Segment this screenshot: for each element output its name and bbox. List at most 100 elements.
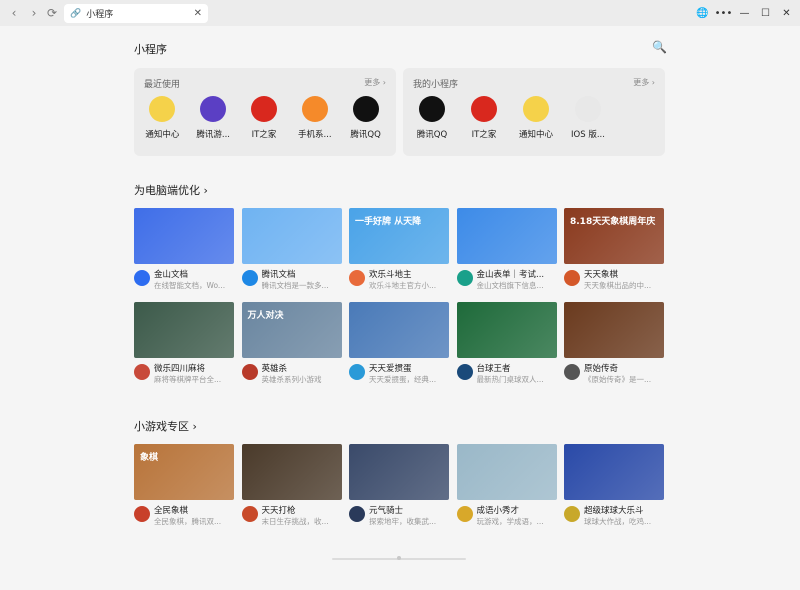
card-name: 全民象棋 — [154, 506, 189, 516]
program-card[interactable]: 天天爱掼蛋 天天爱掼蛋，经典... — [349, 302, 449, 386]
mine-item-label: IOS 版... — [571, 130, 605, 140]
section-title-games[interactable]: 小游戏专区 › — [134, 418, 197, 434]
mine-item-label: 通知中心 — [518, 130, 553, 140]
card-thumbnail — [456, 208, 557, 264]
program-card[interactable]: 金山表单｜考试... 金山文档旗下信息... — [456, 208, 557, 292]
card-description: 欢乐斗地主官方小... — [369, 281, 437, 290]
program-card[interactable]: 金山文档 在线智能文档，Wo... — [134, 208, 234, 292]
it-icon — [471, 96, 497, 122]
card-description: 球球大作战，吃鸡... — [584, 517, 652, 526]
card-description: 最新热门桌球双人... — [476, 375, 544, 384]
program-card[interactable]: 元气骑士 探索地牢，收集武... — [349, 444, 449, 528]
mine-item-label: 腾讯QQ — [416, 130, 448, 140]
link-icon: 🔗 — [70, 8, 82, 19]
recent-item[interactable]: 手机系... — [290, 96, 339, 140]
mine-more-link[interactable]: 更多 › — [633, 77, 655, 88]
recent-item[interactable]: 腾讯游... — [189, 96, 238, 140]
recent-item[interactable]: 腾讯QQ — [341, 96, 390, 140]
program-card[interactable]: 腾讯文档 腾讯文档是一款多... — [241, 208, 342, 292]
card-thumbnail: 象棋 — [134, 444, 234, 500]
forward-icon[interactable]: › — [24, 3, 44, 23]
bell-icon — [149, 96, 176, 122]
tab-mini-program[interactable]: 🔗 小程序 ✕ — [64, 4, 208, 23]
close-tab-icon[interactable]: ✕ — [194, 8, 202, 19]
program-card[interactable]: 成语小秀才 玩游戏，学成语，... — [456, 444, 557, 528]
card-description: 天天象棋出品的中... — [584, 281, 652, 290]
maximize-icon[interactable]: ☐ — [755, 8, 776, 19]
program-card[interactable]: 8.18天天象棋周年庆 天天象棋 天天象棋出品的中... — [564, 208, 664, 292]
app-icon — [241, 364, 258, 380]
search-icon[interactable]: 🔍 — [652, 40, 667, 54]
card-name: 金山表单｜考试... — [476, 270, 545, 280]
card-description: 金山文档旗下信息... — [476, 281, 544, 290]
card-description: 腾讯文档是一款多... — [261, 281, 329, 290]
recent-panel: 最近使用 更多 › 通知中心 腾讯游... IT之家 手机系... 腾讯QQ — [134, 68, 396, 156]
recent-item-label: IT之家 — [251, 130, 277, 140]
recent-item-label: 腾讯游... — [196, 130, 230, 140]
main-content: 小程序 🔍 最近使用 更多 › 通知中心 腾讯游... IT之家 手机系... 腾讯QQ… — [0, 26, 800, 590]
close-window-icon[interactable]: ✕ — [776, 8, 797, 19]
globe-icon[interactable]: 🌐 — [692, 8, 713, 19]
app-icon — [241, 506, 258, 522]
recent-more-link[interactable]: 更多 › — [364, 77, 386, 88]
app-icon — [456, 270, 473, 286]
it-icon — [250, 96, 277, 122]
card-thumbnail — [134, 208, 234, 264]
program-card[interactable]: 天天打枪 末日生存挑战，收... — [241, 444, 342, 528]
program-card[interactable]: 象棋 全民象棋 全民象棋，腾讯双... — [134, 444, 234, 528]
mine-item[interactable]: 腾讯QQ — [407, 96, 457, 140]
app-icon — [134, 270, 150, 286]
refresh-icon[interactable]: ⟳ — [42, 3, 62, 23]
card-name: 欢乐斗地主 — [369, 270, 412, 280]
card-meta: 原始传奇 《原始传奇》是一... — [564, 362, 664, 386]
card-thumbnail — [456, 302, 557, 358]
app-icon — [241, 270, 258, 286]
minimize-icon[interactable]: — — [734, 8, 755, 19]
card-name: 超级球球大乐斗 — [584, 506, 644, 516]
qq-icon — [352, 96, 379, 122]
game-icon — [200, 96, 227, 122]
program-card[interactable]: 万人对决英雄杀 英雄杀系列小游戏 — [241, 302, 342, 386]
card-name: 金山文档 — [154, 270, 189, 280]
my-programs-panel: 我的小程序 更多 › 腾讯QQ IT之家 通知中心 IOS 版... — [403, 68, 665, 156]
card-name: 原始传奇 — [584, 364, 619, 374]
card-meta: 台球王者 最新热门桌球双人... — [456, 362, 557, 386]
qq-icon — [419, 96, 445, 122]
program-card[interactable]: 一手好牌 从天降 欢乐斗地主 欢乐斗地主官方小... — [349, 208, 449, 292]
tab-title: 小程序 — [86, 10, 114, 20]
recent-title: 最近使用 — [144, 80, 181, 90]
card-meta: 微乐四川麻将 麻将等棋牌平台全... — [134, 362, 234, 386]
app-icon — [564, 270, 580, 286]
back-icon[interactable]: ‹ — [4, 3, 24, 23]
card-meta: 欢乐斗地主 欢乐斗地主官方小... — [349, 268, 449, 292]
card-name: 天天爱掼蛋 — [369, 364, 412, 374]
app-icon — [349, 270, 365, 286]
mine-item[interactable]: IT之家 — [459, 96, 509, 140]
section-title-pc[interactable]: 为电脑端优化 › — [134, 182, 208, 198]
card-meta: 元气骑士 探索地牢，收集武... — [349, 504, 449, 528]
scroll-dot — [397, 556, 401, 560]
app-icon — [456, 364, 473, 380]
card-description: 探索地牢，收集武... — [369, 517, 437, 526]
card-meta: 天天打枪 末日生存挑战，收... — [241, 504, 342, 528]
card-thumbnail: 一手好牌 从天降 — [349, 208, 449, 264]
more-icon[interactable]: ••• — [713, 8, 734, 19]
mine-item[interactable]: IOS 版... — [563, 96, 613, 140]
card-name: 英雄杀 — [261, 364, 288, 374]
card-thumbnail: 万人对决 — [241, 302, 342, 358]
recent-item[interactable]: 通知中心 — [138, 96, 187, 140]
card-description: 英雄杀系列小游戏 — [261, 375, 322, 384]
program-card[interactable]: 原始传奇 《原始传奇》是一... — [564, 302, 664, 386]
recent-item[interactable]: IT之家 — [240, 96, 289, 140]
card-thumbnail — [241, 444, 342, 500]
card-meta: 超级球球大乐斗 球球大作战，吃鸡... — [564, 504, 664, 528]
card-meta: 天天象棋 天天象棋出品的中... — [564, 268, 664, 292]
thumbnail-caption: 一手好牌 从天降 — [355, 217, 422, 227]
program-card[interactable]: 微乐四川麻将 麻将等棋牌平台全... — [134, 302, 234, 386]
page-title: 小程序 — [134, 43, 167, 56]
program-card[interactable]: 超级球球大乐斗 球球大作战，吃鸡... — [564, 444, 664, 528]
card-thumbnail — [564, 444, 664, 500]
card-name: 元气骑士 — [369, 506, 404, 516]
program-card[interactable]: 台球王者 最新热门桌球双人... — [456, 302, 557, 386]
mine-item[interactable]: 通知中心 — [511, 96, 561, 140]
